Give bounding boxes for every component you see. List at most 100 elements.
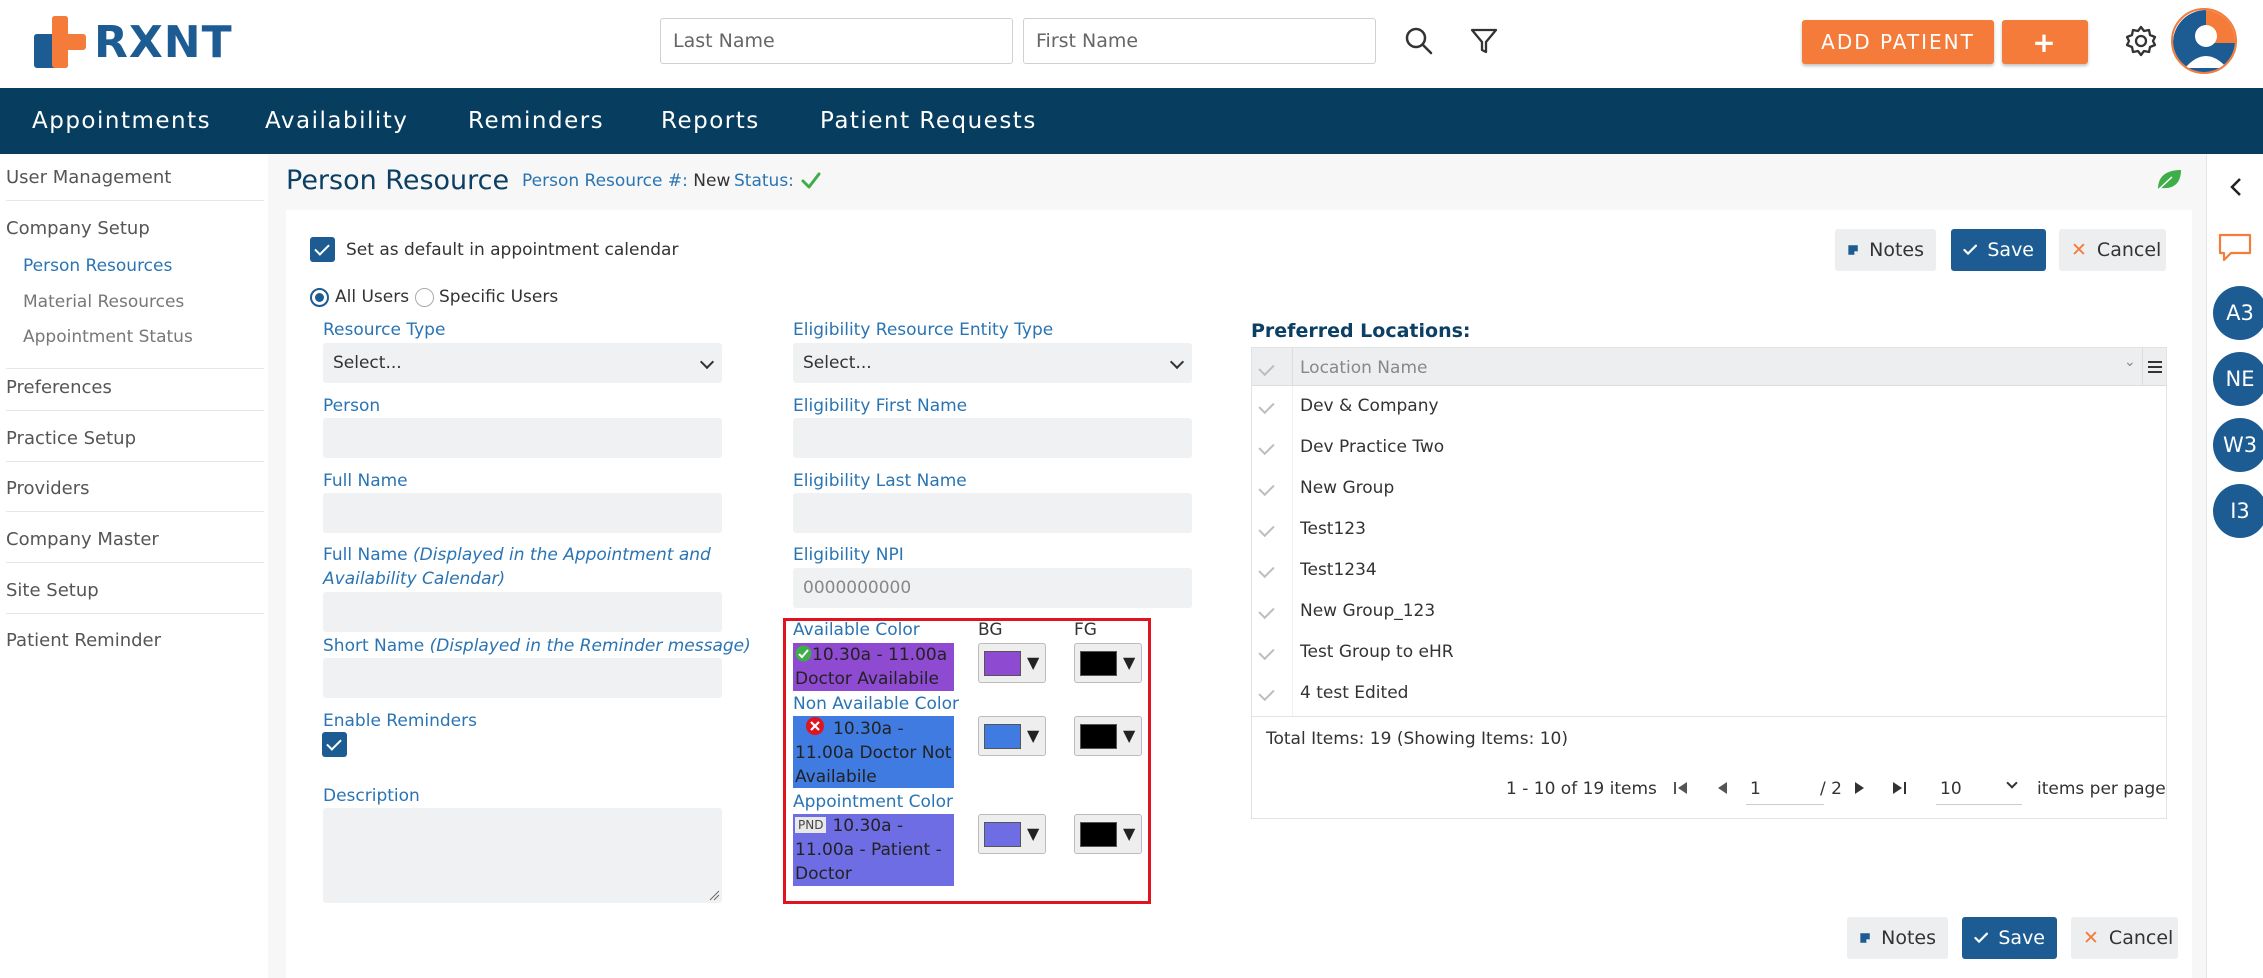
nav-availability[interactable]: Availability (265, 88, 408, 154)
sidebar-item-company-master[interactable]: Company Master (6, 529, 264, 563)
notes-button-bottom[interactable]: Notes (1847, 917, 1948, 959)
person-field[interactable] (323, 418, 722, 458)
sidebar-sub-appointment-status[interactable]: Appointment Status (23, 327, 193, 347)
status-label: Status: (734, 171, 794, 191)
appointment-bg-chip (984, 822, 1021, 847)
eligibility-last-field[interactable] (793, 493, 1192, 533)
row-check-icon[interactable] (1258, 438, 1275, 456)
last-name-input[interactable] (660, 18, 1013, 64)
appointment-bg-picker[interactable]: ▼ (978, 814, 1046, 854)
description-textarea[interactable] (323, 808, 722, 903)
notes-button-top[interactable]: Notes (1835, 229, 1936, 271)
row-check-icon[interactable] (1258, 643, 1275, 661)
filter-icon[interactable] (1467, 24, 1501, 58)
eligibility-first-field[interactable] (793, 418, 1192, 458)
preferred-locations-grid: Location Name ⌄ Dev & Company Dev Practi… (1251, 347, 2167, 819)
sidebar-sub-material-resources[interactable]: Material Resources (23, 292, 184, 312)
non-available-fg-picker[interactable]: ▼ (1074, 716, 1142, 756)
full-name-field[interactable] (323, 493, 722, 533)
table-row[interactable]: 4 test Edited (1252, 673, 2166, 714)
full-name-calendar-field[interactable] (323, 592, 722, 632)
grid-header-divider (1292, 348, 1293, 386)
sidebar-item-user-management[interactable]: User Management (6, 167, 264, 201)
table-row[interactable]: Test Group to eHR (1252, 632, 2166, 673)
eligibility-npi-field[interactable]: 0000000000 (793, 568, 1192, 608)
cancel-button-bottom[interactable]: ✕ Cancel (2071, 917, 2178, 959)
last-page-icon[interactable] (1890, 779, 1908, 797)
appointment-fg-picker[interactable]: ▼ (1074, 814, 1142, 854)
table-row[interactable]: Test123 (1252, 509, 2166, 550)
prev-page-icon[interactable] (1714, 779, 1730, 797)
appointment-color-preview: PND 10.30a - 11.00a - Patient - Doctor (793, 814, 954, 886)
enable-reminders-checkbox[interactable] (322, 732, 347, 757)
column-menu-icon[interactable] (2147, 359, 2163, 375)
radio-specific-users[interactable] (415, 288, 434, 307)
sidebar-sub-person-resources[interactable]: Person Resources (23, 256, 172, 276)
sidebar-item-site-setup[interactable]: Site Setup (6, 580, 264, 614)
search-icon[interactable] (1402, 24, 1436, 58)
table-row[interactable]: Test1234 (1252, 550, 2166, 591)
row-check-icon[interactable] (1258, 602, 1275, 620)
resource-type-label: Resource Type (323, 320, 446, 340)
row-check-icon[interactable] (1258, 397, 1275, 415)
sidebar-item-preferences[interactable]: Preferences (6, 377, 264, 411)
add-plus-button[interactable]: + (2002, 20, 2088, 64)
table-row[interactable]: Dev & Company (1252, 386, 2166, 427)
short-name-field[interactable] (323, 658, 722, 698)
nav-appointments[interactable]: Appointments (32, 88, 211, 154)
sidebar-item-company-setup[interactable]: Company Setup (6, 218, 264, 251)
available-bg-picker[interactable]: ▼ (978, 643, 1046, 683)
chevron-left-icon[interactable] (2228, 177, 2244, 197)
page-number-input[interactable]: 1 (1746, 771, 1824, 805)
sidebar-item-practice-setup[interactable]: Practice Setup (6, 428, 264, 462)
rail-badge-w3[interactable]: W3 (2213, 418, 2263, 472)
add-patient-button[interactable]: ADD PATIENT (1802, 20, 1994, 64)
next-page-icon[interactable] (1852, 779, 1868, 797)
select-all-check-icon[interactable] (1258, 359, 1275, 377)
row-check-icon[interactable] (1258, 520, 1275, 538)
cancel-button-top[interactable]: ✕ Cancel (2059, 229, 2166, 271)
sidebar-item-patient-reminder[interactable]: Patient Reminder (6, 630, 264, 663)
full-name-calendar-label-text: Full Name (323, 545, 408, 565)
page-size-select[interactable]: 10 (1936, 771, 2022, 805)
fg-header: FG (1074, 620, 1097, 640)
rail-badge-a3[interactable]: A3 (2213, 286, 2263, 340)
save-button-bottom[interactable]: Save (1962, 917, 2057, 959)
first-page-icon[interactable] (1672, 779, 1690, 797)
resize-handle-icon[interactable] (708, 889, 720, 901)
nav-reports[interactable]: Reports (661, 88, 760, 154)
dropdown-arrow-icon: ▼ (1027, 726, 1040, 745)
default-calendar-checkbox[interactable] (310, 237, 335, 262)
short-name-label: Short Name (Displayed in the Reminder me… (323, 634, 751, 658)
available-fg-picker[interactable]: ▼ (1074, 643, 1142, 683)
first-name-input[interactable] (1023, 18, 1376, 64)
row-check-icon[interactable] (1258, 479, 1275, 497)
eligibility-last-label: Eligibility Last Name (793, 471, 967, 491)
leaf-icon (2156, 170, 2181, 192)
row-check-icon[interactable] (1258, 561, 1275, 579)
full-name-label: Full Name (323, 471, 408, 491)
nav-reminders[interactable]: Reminders (468, 88, 604, 154)
rxnt-logo[interactable]: RXNT (34, 16, 233, 68)
chat-icon[interactable] (2217, 231, 2253, 265)
radio-all-users[interactable] (310, 288, 329, 307)
rail-badge-ne[interactable]: NE (2213, 352, 2263, 406)
column-location-name[interactable]: Location Name (1300, 358, 1427, 378)
sort-chevron-icon[interactable]: ⌄ (2124, 354, 2136, 370)
resource-type-select[interactable]: Select... (323, 343, 722, 383)
user-avatar[interactable] (2171, 8, 2237, 74)
table-row[interactable]: Dev Practice Two (1252, 427, 2166, 468)
save-button-top[interactable]: Save (1951, 229, 2046, 271)
sidebar-item-providers[interactable]: Providers (6, 478, 264, 512)
row-check-icon[interactable] (1258, 684, 1275, 702)
gear-icon[interactable] (2124, 24, 2158, 58)
nav-patient-requests[interactable]: Patient Requests (820, 88, 1037, 154)
non-available-bg-picker[interactable]: ▼ (978, 716, 1046, 756)
settings-sidebar: User Management Company Setup Person Res… (0, 154, 268, 978)
short-name-label-text: Short Name (323, 636, 425, 656)
eligibility-entity-select[interactable]: Select... (793, 343, 1192, 383)
table-row[interactable]: New Group (1252, 468, 2166, 509)
rail-badge-i3[interactable]: I3 (2213, 484, 2263, 538)
note-icon (1848, 245, 1858, 255)
table-row[interactable]: New Group_123 (1252, 591, 2166, 632)
